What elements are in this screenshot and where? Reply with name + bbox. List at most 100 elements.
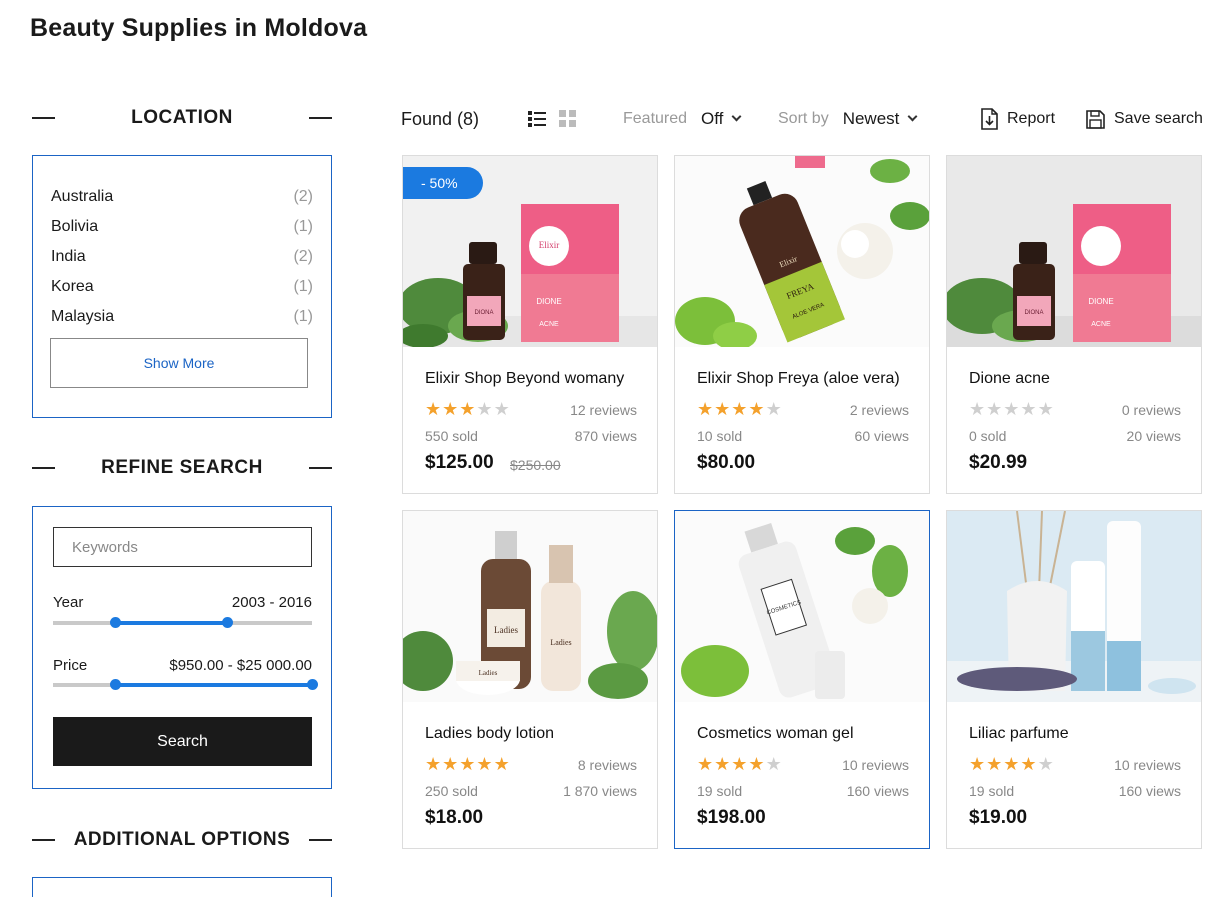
star-icon: ★: [442, 399, 460, 419]
location-heading: LOCATION: [32, 103, 332, 133]
divider: [309, 117, 332, 119]
location-item-korea[interactable]: Korea (1): [51, 272, 313, 302]
price-slider-max-handle[interactable]: [307, 679, 318, 690]
views-count: 160 views: [1118, 783, 1181, 799]
additional-options-heading: ADDITIONAL OPTIONS: [32, 825, 332, 855]
product-price: $19.00: [969, 807, 1028, 828]
old-price: $250.00: [510, 457, 561, 473]
product-card[interactable]: Ladies Ladies Ladies Ladies body lotion …: [402, 510, 658, 849]
page-title: Beauty Supplies in Moldova: [30, 14, 368, 42]
product-card[interactable]: COSMETICS Cosmetics woman gel ★★★★★ 10 r…: [674, 510, 930, 849]
chevron-down-icon: [907, 111, 918, 122]
year-slider-fill: [115, 621, 227, 625]
location-item-malaysia[interactable]: Malaysia (1): [51, 302, 313, 332]
save-search-label: Save search: [1114, 110, 1203, 127]
location-item-india[interactable]: India (2): [51, 242, 313, 272]
star-icon: ★: [765, 399, 783, 419]
year-slider-min-handle[interactable]: [110, 617, 122, 628]
svg-text:Ladies: Ladies: [550, 638, 571, 647]
star-icon: ★: [1020, 399, 1038, 419]
price-label: Price: [53, 657, 88, 674]
price-slider-fill: [115, 683, 312, 687]
save-search-button[interactable]: Save search: [1086, 105, 1203, 133]
star-icon: ★: [476, 399, 494, 419]
location-list: Australia (2) Bolivia (1) India (2) Korea (1…: [33, 156, 331, 332]
rating-stars: ★★★★★: [969, 399, 1055, 420]
list-view-icon[interactable]: [528, 110, 546, 128]
views-count: 60 views: [854, 428, 909, 444]
star-icon: ★: [459, 399, 477, 419]
sold-count: 250 sold: [425, 783, 478, 799]
grid-view-icon[interactable]: [559, 110, 577, 128]
show-more-button[interactable]: Show More: [50, 338, 308, 388]
report-button[interactable]: Report: [980, 105, 1055, 133]
reviews-count: 10 reviews: [1114, 757, 1181, 773]
rating-stars: ★★★★★: [425, 754, 511, 775]
price-slider[interactable]: [53, 679, 318, 690]
star-icon: ★: [986, 399, 1004, 419]
product-name: Elixir Shop Freya (aloe vera): [697, 370, 900, 387]
product-card[interactable]: Elixir DIONE ACNE DIONA - 50% Elixir Sho…: [402, 155, 658, 494]
featured-label: Featured: [623, 110, 688, 127]
star-icon: ★: [1037, 754, 1055, 774]
star-icon: ★: [425, 754, 443, 774]
report-label: Report: [1007, 110, 1056, 127]
year-value: 2003 - 2016: [231, 594, 312, 611]
sort-value: Newest: [842, 109, 900, 128]
sort-label: Sort by: [778, 110, 829, 127]
sold-count: 19 sold: [969, 783, 1015, 799]
star-icon: ★: [442, 754, 460, 774]
svg-text:Ladies: Ladies: [494, 625, 518, 635]
divider: [308, 839, 332, 841]
svg-text:DIONA: DIONA: [1024, 310, 1043, 316]
location-item-australia[interactable]: Australia (2): [51, 182, 313, 212]
year-slider-max-handle[interactable]: [221, 617, 233, 628]
featured-select[interactable]: Featured Off: [623, 105, 742, 133]
svg-text:DIONE: DIONE: [1088, 297, 1113, 306]
reviews-count: 12 reviews: [570, 402, 637, 418]
refine-search-box: Year 2003 - 2016 Price $950.00 - $25 000…: [32, 506, 332, 789]
sold-count: 0 sold: [969, 428, 1007, 444]
rating-stars: ★★★★★: [969, 754, 1055, 775]
product-name: Ladies body lotion: [425, 725, 554, 742]
views-count: 870 views: [574, 428, 637, 444]
star-icon: ★: [714, 399, 732, 419]
divider: [32, 839, 55, 841]
save-icon: [1086, 109, 1105, 129]
star-icon: ★: [697, 399, 715, 419]
location-item-bolivia[interactable]: Bolivia (1): [51, 212, 313, 242]
location-title: LOCATION: [131, 107, 233, 128]
rating-stars: ★★★★★: [697, 399, 783, 420]
star-icon: ★: [731, 399, 749, 419]
star-icon: ★: [1003, 399, 1021, 419]
divider: [32, 467, 55, 469]
refine-search-heading: REFINE SEARCH: [32, 453, 332, 483]
star-icon: ★: [731, 754, 749, 774]
sort-select[interactable]: Sort by Newest: [778, 105, 918, 133]
sold-count: 19 sold: [697, 783, 743, 799]
views-count: 20 views: [1126, 428, 1181, 444]
keywords-input[interactable]: [53, 527, 312, 567]
star-icon: ★: [1020, 754, 1038, 774]
product-image: [947, 511, 1201, 702]
location-filter-box: Australia (2) Bolivia (1) India (2) Korea (1…: [32, 155, 332, 418]
svg-text:Ladies: Ladies: [479, 669, 498, 677]
results-count: Found (8): [401, 108, 480, 129]
price-value: $950.00 - $25 000.00: [169, 657, 312, 674]
svg-text:DIONA: DIONA: [474, 310, 493, 316]
product-card[interactable]: FREYA ALOE VERA Elixir Elixir Shop Freya…: [674, 155, 930, 494]
svg-text:ACNE: ACNE: [1091, 321, 1111, 328]
star-icon: ★: [1003, 754, 1021, 774]
product-card[interactable]: Liliac parfume ★★★★★ 10 reviews 19 sold …: [946, 510, 1202, 849]
year-slider[interactable]: [53, 617, 312, 628]
price-slider-min-handle[interactable]: [110, 679, 122, 690]
additional-options-box: [32, 877, 332, 897]
product-name: Elixir Shop Beyond womany: [425, 370, 625, 387]
search-button[interactable]: Search: [53, 717, 312, 766]
star-icon: ★: [425, 399, 443, 419]
year-label: Year: [53, 594, 84, 611]
svg-text:DIONE: DIONE: [536, 297, 561, 306]
reviews-count: 0 reviews: [1121, 402, 1181, 418]
product-card[interactable]: DIONE ACNE DIONA Dione acne ★★★★★ 0 revi…: [946, 155, 1202, 494]
rating-stars: ★★★★★: [697, 754, 783, 775]
